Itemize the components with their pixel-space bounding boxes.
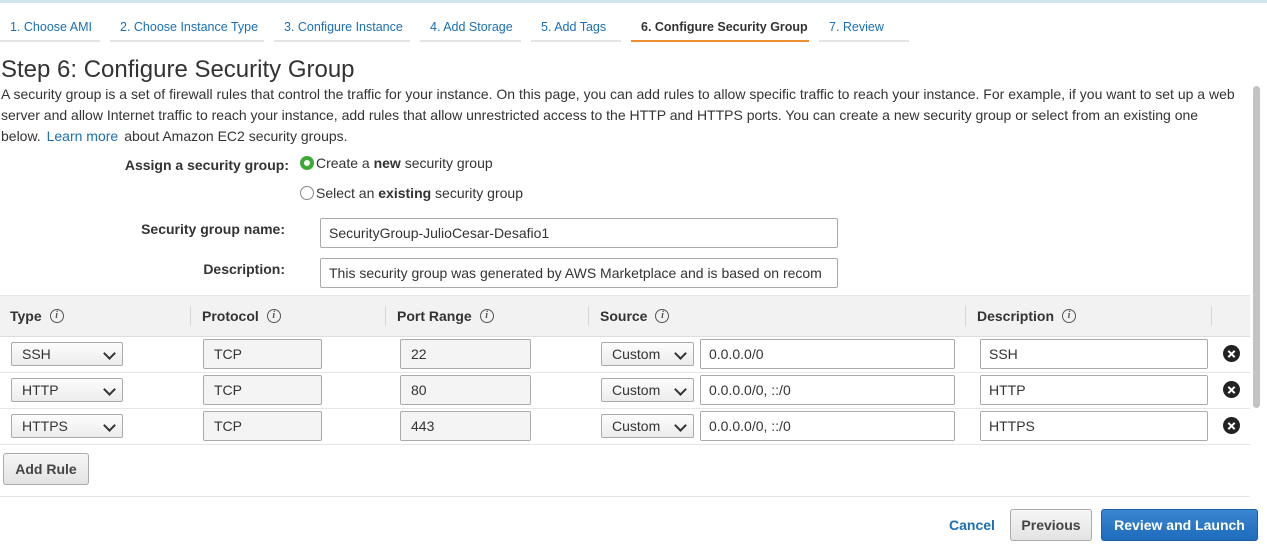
learn-more-link[interactable]: Learn more: [47, 128, 119, 144]
remove-rule-icon[interactable]: [1223, 417, 1240, 434]
sg-description-input[interactable]: This security group was generated by AWS…: [320, 258, 838, 288]
source-mode-select[interactable]: Custom: [601, 342, 694, 366]
port-range-field: 80: [400, 375, 531, 405]
table-row: HTTP TCP 80 Custom 0.0.0.0/0, ::/0 HTTP: [0, 372, 1250, 409]
col-type: Type i: [10, 296, 64, 336]
step-review[interactable]: 7. Review: [819, 12, 909, 42]
radio-create-new-indicator[interactable]: [300, 156, 314, 170]
rules-table-header: Type i Protocol i Port Range i Source i Desc…: [0, 295, 1250, 337]
info-icon[interactable]: i: [49, 309, 64, 323]
col-protocol: Protocol i: [202, 296, 281, 336]
chevron-down-icon: [674, 419, 687, 432]
column-divider: [965, 306, 966, 326]
remove-rule-icon[interactable]: [1223, 381, 1240, 398]
intro-tail: about Amazon EC2 security groups.: [124, 128, 348, 144]
source-mode-select[interactable]: Custom: [601, 378, 694, 402]
source-mode-value: Custom: [612, 382, 661, 398]
rule-description-input[interactable]: SSH: [980, 339, 1208, 369]
add-rule-button[interactable]: Add Rule: [3, 453, 89, 485]
radio-select-existing[interactable]: Select an existing security group: [300, 185, 523, 201]
type-select[interactable]: SSH: [11, 342, 123, 366]
source-mode-select[interactable]: Custom: [601, 414, 694, 438]
column-divider: [385, 306, 386, 326]
remove-rule-icon[interactable]: [1223, 345, 1240, 362]
cancel-button[interactable]: Cancel: [949, 517, 995, 533]
info-icon[interactable]: i: [479, 309, 494, 323]
source-mode-value: Custom: [612, 346, 661, 362]
step-configure-instance[interactable]: 3. Configure Instance: [274, 12, 410, 42]
chevron-down-icon: [103, 347, 116, 360]
source-input[interactable]: 0.0.0.0/0, ::/0: [700, 375, 955, 405]
chevron-down-icon: [674, 383, 687, 396]
chevron-down-icon: [103, 383, 116, 396]
sg-name-input[interactable]: SecurityGroup-JulioCesar-Desafio1: [320, 218, 838, 248]
intro-text: A security group is a set of firewall ru…: [1, 84, 1241, 147]
rule-description-input[interactable]: HTTP: [980, 375, 1208, 405]
info-icon[interactable]: i: [266, 309, 281, 323]
col-source: Source i: [600, 296, 670, 336]
port-range-field: 443: [400, 411, 531, 441]
rule-description-input[interactable]: HTTPS: [980, 411, 1208, 441]
protocol-field: TCP: [203, 339, 322, 369]
radio-create-new[interactable]: Create a new security group: [300, 155, 493, 171]
source-input[interactable]: 0.0.0.0/0: [700, 339, 955, 369]
footer-divider: [0, 496, 1250, 497]
source-input[interactable]: 0.0.0.0/0, ::/0: [700, 411, 955, 441]
previous-button[interactable]: Previous: [1010, 509, 1092, 541]
info-icon[interactable]: i: [655, 309, 670, 323]
radio-select-existing-pre: Select an: [316, 185, 379, 201]
radio-select-existing-post: security group: [431, 185, 523, 201]
type-select-value: HTTPS: [22, 418, 68, 434]
sg-description-label: Description:: [203, 261, 285, 277]
source-mode-value: Custom: [612, 418, 661, 434]
info-icon[interactable]: i: [1062, 309, 1077, 323]
step-add-tags[interactable]: 5. Add Tags: [531, 12, 621, 42]
step-choose-instance-type[interactable]: 2. Choose Instance Type: [110, 12, 264, 42]
step-add-storage[interactable]: 4. Add Storage: [420, 12, 521, 42]
type-select-value: SSH: [22, 346, 51, 362]
radio-create-new-pre: Create a: [316, 155, 374, 171]
step-configure-security-group[interactable]: 6. Configure Security Group: [631, 12, 809, 42]
column-divider: [190, 306, 191, 326]
top-accent-bar: [0, 0, 1267, 3]
col-port-range: Port Range i: [397, 296, 494, 336]
col-description-label: Description: [977, 308, 1055, 324]
col-description: Description i: [977, 296, 1077, 336]
column-divider: [1211, 306, 1212, 326]
col-type-label: Type: [10, 308, 42, 324]
review-and-launch-button[interactable]: Review and Launch: [1101, 509, 1258, 541]
chevron-down-icon: [103, 419, 116, 432]
table-row: SSH TCP 22 Custom 0.0.0.0/0 SSH: [0, 336, 1250, 373]
table-row: HTTPS TCP 443 Custom 0.0.0.0/0, ::/0 HTT…: [0, 408, 1250, 445]
column-divider: [588, 306, 589, 326]
protocol-field: TCP: [203, 411, 322, 441]
type-select-value: HTTP: [22, 382, 59, 398]
type-select[interactable]: HTTPS: [11, 414, 123, 438]
page-title: Step 6: Configure Security Group: [1, 56, 355, 83]
radio-create-new-post: security group: [400, 155, 493, 171]
scrollbar[interactable]: [1253, 86, 1260, 408]
radio-create-new-bold: new: [373, 155, 401, 171]
col-port-range-label: Port Range: [397, 308, 472, 324]
col-source-label: Source: [600, 308, 648, 324]
protocol-field: TCP: [203, 375, 322, 405]
radio-select-existing-indicator[interactable]: [300, 186, 314, 200]
sg-name-label: Security group name:: [141, 221, 285, 237]
assign-security-group-label: Assign a security group:: [124, 157, 289, 173]
step-choose-ami[interactable]: 1. Choose AMI: [0, 12, 100, 42]
radio-select-existing-bold: existing: [378, 185, 432, 201]
col-protocol-label: Protocol: [202, 308, 259, 324]
chevron-down-icon: [674, 347, 687, 360]
type-select[interactable]: HTTP: [11, 378, 123, 402]
port-range-field: 22: [400, 339, 531, 369]
